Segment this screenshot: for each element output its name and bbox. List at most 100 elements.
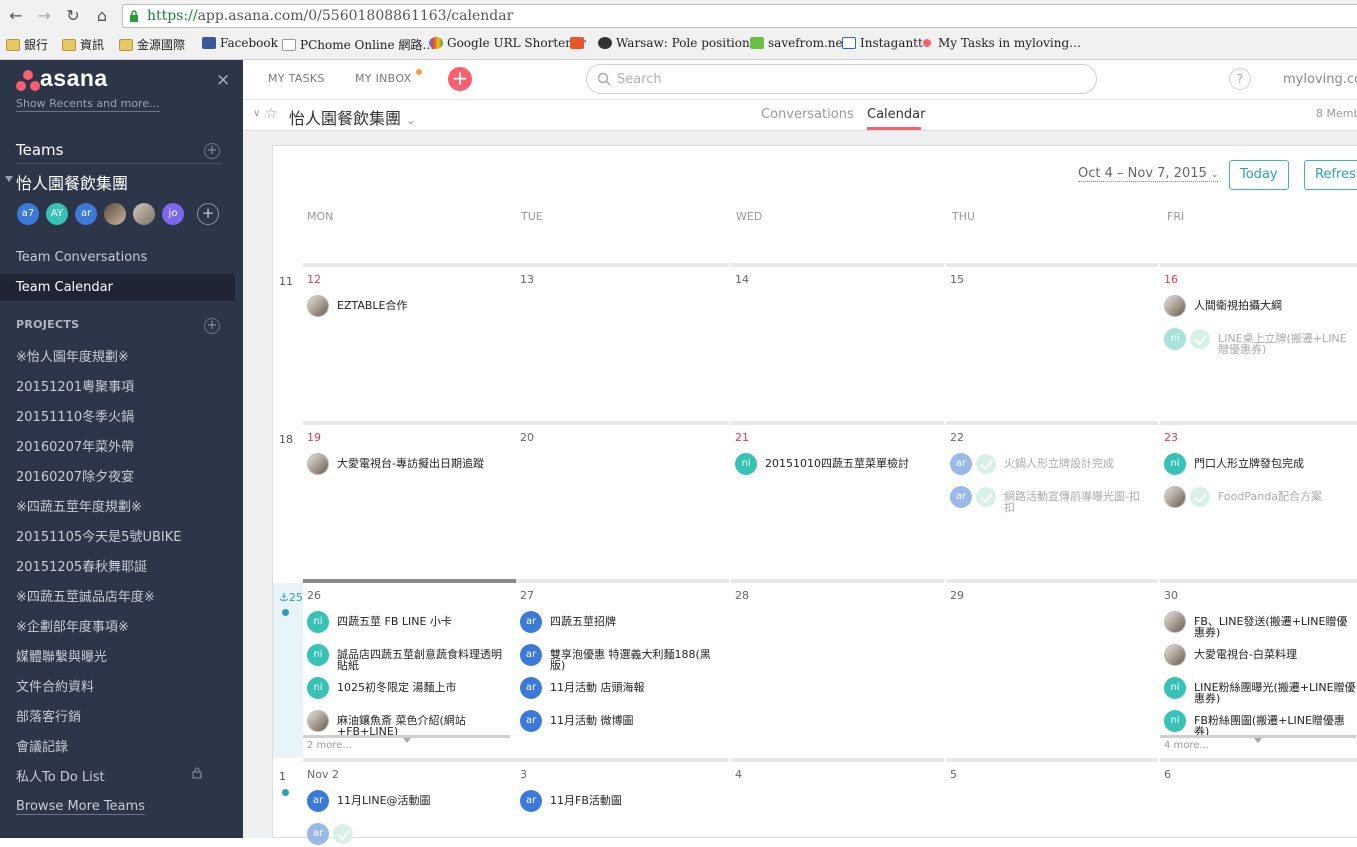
team-conversations-link[interactable]: Team Conversations: [16, 250, 147, 265]
members-link[interactable]: 8 Members: [1316, 107, 1357, 120]
calendar-day[interactable]: 5: [946, 762, 1156, 842]
member-avatar[interactable]: [133, 203, 155, 225]
team-calendar-link[interactable]: Team Calendar: [16, 280, 113, 295]
assignee-avatar[interactable]: ar: [950, 453, 972, 475]
reload-icon[interactable]: ↻: [63, 6, 83, 26]
account-menu[interactable]: myloving.com: [1283, 72, 1357, 87]
bookmark-asana[interactable]: My Tasks in myloving…: [920, 36, 1081, 50]
calendar-day[interactable]: 21 ni 20151010四蔬五莖菜單檢討: [731, 425, 942, 579]
project-item[interactable]: 20151110冬季火鍋: [16, 406, 134, 425]
expand-arrow-icon[interactable]: [1254, 738, 1262, 743]
project-item[interactable]: 私人To Do List: [16, 766, 105, 785]
calendar-day[interactable]: 20: [516, 425, 727, 579]
calendar-task[interactable]: ar 11月LINE@活動圖: [307, 790, 510, 814]
project-item[interactable]: ※怡人園年度規劃※: [16, 346, 129, 365]
my-tasks-link[interactable]: MY TASKS: [268, 72, 325, 85]
calendar-task[interactable]: ni LINE粉絲團曝光(搬遷+LINE贈優惠券): [1164, 677, 1356, 704]
my-inbox-link[interactable]: MY INBOX: [355, 72, 411, 85]
calendar-day[interactable]: 3 ar 11月FB活動圖: [516, 762, 727, 842]
completed-check-icon[interactable]: [976, 454, 996, 474]
assignee-avatar[interactable]: ar: [520, 677, 542, 699]
bookmark-google-url-shortener[interactable]: Google URL Shortener: [429, 36, 586, 50]
calendar-day[interactable]: 29: [946, 583, 1156, 758]
calendar-task[interactable]: ni 1025初冬限定 湯麵上市: [307, 677, 510, 701]
calendar-day[interactable]: 28: [731, 583, 942, 758]
more-tasks-link[interactable]: 4 more...: [1164, 740, 1209, 751]
calendar-task[interactable]: ar 火鍋人形立牌設計完成: [950, 453, 1152, 477]
calendar-day[interactable]: 13: [516, 267, 727, 421]
show-recents-link[interactable]: Show Recents and more...: [16, 97, 160, 112]
address-bar[interactable]: https://app.asana.com/0/55601808861163/c…: [122, 4, 1357, 28]
member-avatar[interactable]: [104, 203, 126, 225]
forward-icon[interactable]: →: [34, 6, 54, 26]
calendar-day[interactable]: 6: [1160, 762, 1357, 842]
calendar-task[interactable]: ar 雙享泡優惠 特選義大利麵188(黑版): [520, 644, 723, 671]
calendar-task[interactable]: EZTABLE合作: [307, 295, 510, 319]
assignee-avatar[interactable]: ar: [307, 790, 329, 812]
today-button[interactable]: Today: [1229, 160, 1289, 190]
calendar-day[interactable]: 4: [731, 762, 942, 842]
assignee-avatar[interactable]: ar: [520, 644, 542, 666]
calendar-task[interactable]: ar 網路活動宣傳前導曝光圖-扣扣: [950, 486, 1152, 513]
bookmark-warsaw[interactable]: Warsaw: Pole position…: [598, 36, 762, 50]
quick-add-button[interactable]: +: [448, 67, 472, 91]
assignee-avatar[interactable]: ni: [1164, 677, 1186, 699]
collapse-icon[interactable]: ∨: [253, 108, 260, 119]
assignee-avatar[interactable]: [307, 453, 329, 475]
calendar-task[interactable]: 麻油鑲魚斎 菜色介紹(網站+FB+LINE): [307, 710, 510, 737]
calendar-day[interactable]: 26 ni 四蔬五莖 FB LINE 小卡 ni 誠品店四蔬五莖創意蔬食料理透明貼紙 ni…: [303, 583, 514, 758]
collapse-caret-icon[interactable]: [5, 176, 13, 182]
calendar-task[interactable]: 人間衛視拍攝大綱: [1164, 295, 1356, 319]
project-item[interactable]: 部落客行銷: [16, 706, 81, 725]
back-icon[interactable]: ←: [6, 6, 26, 26]
assignee-avatar[interactable]: ni: [307, 644, 329, 666]
completed-check-icon[interactable]: [976, 487, 996, 507]
bookmark-pchome[interactable]: PChome Online 網路…: [282, 36, 434, 53]
date-range-selector[interactable]: Oct 4 – Nov 7, 2015 ⌄: [1078, 166, 1219, 182]
bookmark-folder[interactable]: 銀行: [6, 36, 48, 53]
calendar-task[interactable]: ni 20151010四蔬五莖菜單檢討: [735, 453, 938, 477]
project-item[interactable]: 20151205春秋舞耶誕: [16, 556, 147, 575]
project-item[interactable]: ※四蔬五莖年度規劃※: [16, 496, 142, 515]
project-item[interactable]: ※企劃部年度事項※: [16, 616, 129, 635]
close-sidebar-icon[interactable]: ×: [216, 70, 230, 90]
calendar-task[interactable]: ar: [307, 823, 510, 847]
assignee-avatar[interactable]: ni: [1164, 328, 1186, 350]
member-avatar[interactable]: AY: [46, 203, 68, 225]
project-item[interactable]: 文件合約資料: [16, 676, 94, 695]
more-tasks-link[interactable]: 2 more...: [307, 740, 352, 751]
calendar-task[interactable]: ni 誠品店四蔬五莖創意蔬食料理透明貼紙: [307, 644, 510, 671]
calendar-task[interactable]: ni LINE桌上立牌(搬遷+LINE贈優惠券): [1164, 328, 1356, 355]
assignee-avatar[interactable]: ni: [307, 611, 329, 633]
bookmark-instagantt[interactable]: Instagantt: [842, 36, 923, 50]
project-item[interactable]: ※四蔬五莖誠品店年度※: [16, 586, 155, 605]
calendar-task[interactable]: ni 門口人形立牌發包完成: [1164, 453, 1356, 477]
assignee-avatar[interactable]: ni: [1164, 710, 1186, 732]
refresh-button[interactable]: Refresh: [1304, 160, 1357, 190]
help-button[interactable]: ?: [1229, 68, 1251, 90]
bookmark-folder[interactable]: 金源國際: [119, 36, 185, 53]
tab-calendar[interactable]: Calendar: [867, 107, 925, 122]
calendar-day[interactable]: 14: [731, 267, 942, 421]
tab-conversations[interactable]: Conversations: [761, 107, 854, 122]
calendar-day[interactable]: 27 ar 四蔬五莖招牌 ar 雙享泡優惠 特選義大利麵188(黑版) ar 11月活動 店…: [516, 583, 727, 758]
completed-check-icon[interactable]: [1190, 329, 1210, 349]
assignee-avatar[interactable]: ar: [307, 823, 329, 845]
calendar-day[interactable]: 19 大愛電視台-專訪擬出日期追蹤: [303, 425, 514, 579]
completed-check-icon[interactable]: [333, 824, 353, 844]
calendar-day[interactable]: 12 EZTABLE合作: [303, 267, 514, 421]
assignee-avatar[interactable]: [307, 710, 329, 732]
assignee-avatar[interactable]: [1164, 486, 1186, 508]
project-item[interactable]: 20151201粵聚事項: [16, 376, 134, 395]
member-avatar[interactable]: ar: [75, 203, 97, 225]
calendar-task[interactable]: ni FB粉絲團圖(搬遷+LINE贈優惠券): [1164, 710, 1356, 737]
calendar-day[interactable]: 22 ar 火鍋人形立牌設計完成 ar 網路活動宣傳前導曝光圖-扣扣: [946, 425, 1156, 579]
assignee-avatar[interactable]: [1164, 644, 1186, 666]
calendar-task[interactable]: FoodPanda配合方案: [1164, 486, 1356, 510]
bookmark-folder[interactable]: 資訊: [62, 36, 104, 53]
bookmark-facebook[interactable]: Facebook: [202, 36, 278, 50]
member-avatar[interactable]: a7: [17, 203, 39, 225]
add-team-icon[interactable]: +: [204, 143, 220, 159]
calendar-day[interactable]: Nov 2 ar 11月LINE@活動圖 ar: [303, 762, 514, 845]
member-avatar[interactable]: jo: [162, 203, 184, 225]
